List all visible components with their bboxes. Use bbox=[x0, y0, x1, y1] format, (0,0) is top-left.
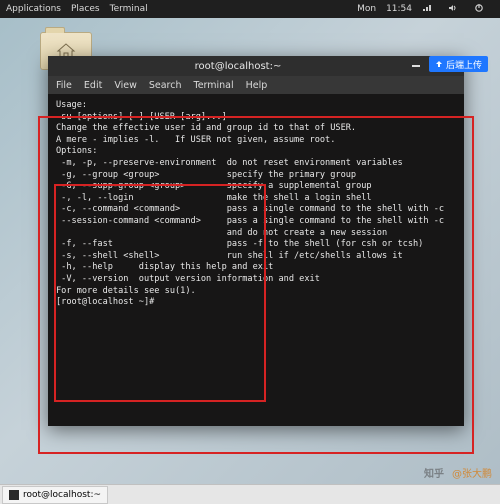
menu-view[interactable]: View bbox=[114, 80, 137, 91]
menu-terminal-item[interactable]: Terminal bbox=[194, 80, 234, 91]
window-menubar: File Edit View Search Terminal Help bbox=[48, 76, 464, 94]
terminal-line: -m, -p, --preserve-environment do not re… bbox=[56, 158, 456, 170]
window-titlebar[interactable]: root@localhost:~ bbox=[48, 56, 464, 76]
terminal-line: -G, --supp-group <group> specify a suppl… bbox=[56, 181, 456, 193]
terminal-line: su [options] [-] [USER [arg]...] bbox=[56, 112, 456, 124]
window-list-panel: root@localhost:~ bbox=[0, 484, 500, 504]
upload-chip[interactable]: 后端上传 bbox=[429, 56, 488, 72]
terminal-line: --session-command <command> pass a singl… bbox=[56, 216, 456, 228]
author-name: 张大鹏 bbox=[462, 469, 492, 480]
taskbar-item-label: root@localhost:~ bbox=[23, 490, 101, 500]
power-icon[interactable] bbox=[474, 3, 484, 16]
terminal-line: Change the effective user id and group i… bbox=[56, 123, 456, 135]
zhihu-brand: 知乎 bbox=[424, 465, 444, 480]
menu-search[interactable]: Search bbox=[149, 80, 182, 91]
terminal-line: -f, --fast pass -f to the shell (for csh… bbox=[56, 239, 456, 251]
watermark: 知乎 @张大鹏 bbox=[424, 465, 492, 480]
window-title: root@localhost:~ bbox=[66, 61, 410, 72]
terminal-line: -g, --group <group> specify the primary … bbox=[56, 170, 456, 182]
terminal-line: -V, --version output version information… bbox=[56, 274, 456, 286]
desktop: Applications Places Terminal Mon 11:54 r… bbox=[0, 0, 500, 504]
terminal-line: -c, --command <command> pass a single co… bbox=[56, 204, 456, 216]
menu-file[interactable]: File bbox=[56, 80, 72, 91]
terminal-prompt: [root@localhost ~]# bbox=[56, 297, 456, 309]
terminal-line: -, -l, --login make the shell a login sh… bbox=[56, 193, 456, 205]
clock-day: Mon bbox=[357, 4, 376, 14]
volume-icon[interactable] bbox=[448, 3, 458, 16]
terminal-line: and do not create a new session bbox=[56, 228, 456, 240]
window-minimize-button[interactable] bbox=[410, 60, 422, 72]
menu-places[interactable]: Places bbox=[71, 4, 100, 14]
terminal-line: -s, --shell <shell> run shell if /etc/sh… bbox=[56, 251, 456, 263]
terminal-miniicon bbox=[9, 490, 19, 500]
terminal-line: A mere - implies -l. If USER not given, … bbox=[56, 135, 456, 147]
menu-help[interactable]: Help bbox=[246, 80, 268, 91]
menu-edit[interactable]: Edit bbox=[84, 80, 102, 91]
terminal-line: Options: bbox=[56, 146, 456, 158]
clock-time: 11:54 bbox=[386, 4, 412, 14]
taskbar-item-terminal[interactable]: root@localhost:~ bbox=[2, 486, 108, 504]
menu-applications[interactable]: Applications bbox=[6, 4, 61, 14]
terminal-window: root@localhost:~ 后端上传 File Edit View Sea… bbox=[48, 56, 464, 426]
upload-icon bbox=[435, 60, 443, 68]
terminal-line: -h, --help display this help and exit bbox=[56, 262, 456, 274]
top-panel: Applications Places Terminal Mon 11:54 bbox=[0, 0, 500, 18]
terminal-line: Usage: bbox=[56, 100, 456, 112]
terminal-viewport[interactable]: Usage: su [options] [-] [USER [arg]...]C… bbox=[48, 94, 464, 426]
terminal-line: For more details see su(1). bbox=[56, 286, 456, 298]
menu-terminal[interactable]: Terminal bbox=[110, 4, 148, 14]
network-icon[interactable] bbox=[422, 3, 432, 16]
